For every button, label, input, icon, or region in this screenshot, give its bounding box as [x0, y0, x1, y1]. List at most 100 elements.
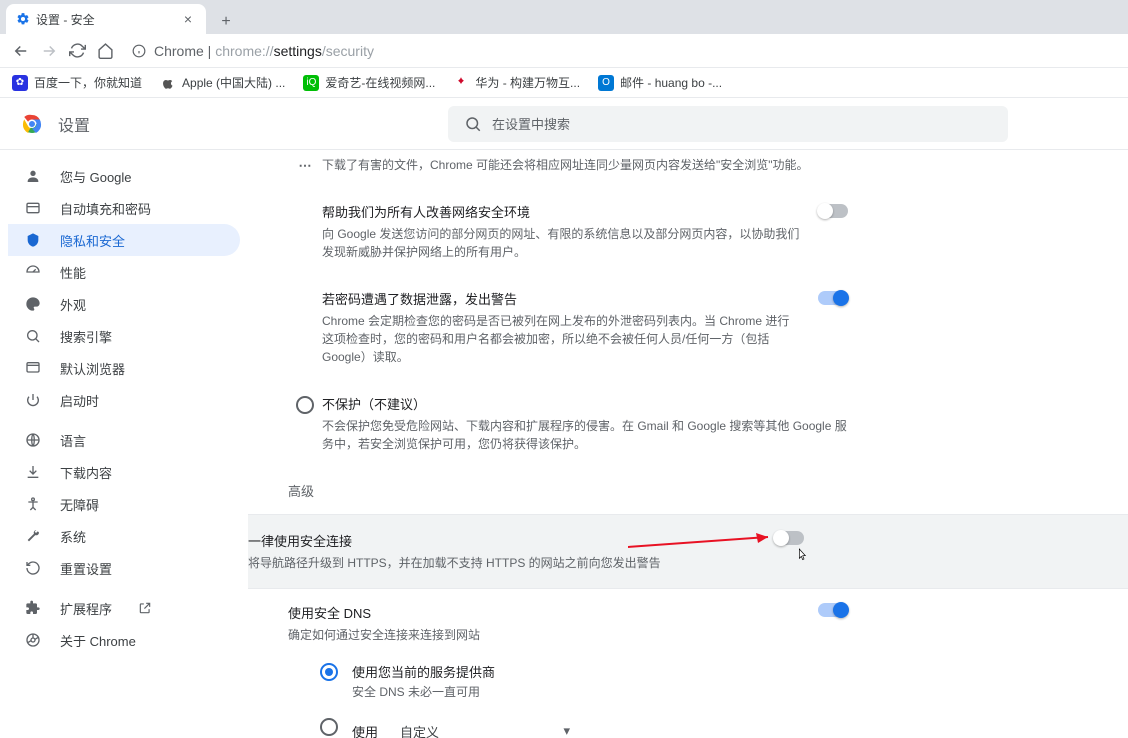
sidebar-item-you-and-google[interactable]: 您与 Google: [8, 160, 240, 192]
secure-dns-section: 使用安全 DNS 确定如何通过安全连接来连接到网站 使用您当前的服务提供商 安全…: [288, 595, 848, 738]
dns-provider-select[interactable]: 自定义 ▾: [390, 717, 580, 738]
sidebar-item-label: 系统: [60, 527, 86, 546]
always-use-https-row: 一律使用安全连接 将导航路径升级到 HTTPS，并在加载不支持 HTTPS 的网…: [248, 514, 1128, 589]
row-title: 若密码遭遇了数据泄露，发出警告: [322, 289, 800, 308]
option-description: 安全 DNS 未必一直可用: [352, 683, 495, 701]
sidebar-item-label: 扩展程序: [60, 599, 112, 618]
settings-sidebar: 您与 Google 自动填充和密码 隐私和安全 性能 外观 搜索引擎 默认浏览器: [0, 150, 248, 738]
power-icon: [24, 392, 42, 408]
password-leak-row: 若密码遭遇了数据泄露，发出警告 Chrome 会定期检查您的密码是否已被列在网上…: [288, 275, 848, 380]
dns-current-provider-radio[interactable]: [320, 663, 338, 681]
chrome-icon: [24, 632, 42, 648]
extension-icon: [24, 600, 42, 616]
sidebar-item-search-engine[interactable]: 搜索引擎: [8, 320, 240, 352]
accessibility-icon: [24, 496, 42, 512]
secure-dns-toggle[interactable]: [818, 603, 848, 617]
row-title: 一律使用安全连接: [248, 531, 760, 550]
settings-search-input[interactable]: 在设置中搜索: [448, 106, 1008, 142]
sidebar-item-label: 关于 Chrome: [60, 631, 136, 650]
gear-icon: [16, 12, 30, 26]
dns-custom-radio[interactable]: [320, 718, 338, 736]
browser-icon: [24, 360, 42, 376]
bookmark-outlook[interactable]: O 邮件 - huang bo -...: [598, 74, 722, 91]
sidebar-item-extensions[interactable]: 扩展程序: [8, 592, 240, 624]
sidebar-item-label: 您与 Google: [60, 167, 132, 186]
bookmark-iqiyi[interactable]: iQ 爱奇艺-在线视频网...: [303, 74, 435, 91]
always-use-https-toggle[interactable]: [774, 531, 804, 545]
sidebar-item-reset[interactable]: 重置设置: [8, 552, 240, 584]
sidebar-item-label: 自动填充和密码: [60, 199, 151, 218]
password-leak-toggle[interactable]: [818, 291, 848, 305]
bookmark-label: Apple (中国大陆) ...: [182, 74, 285, 91]
sidebar-item-system[interactable]: 系统: [8, 520, 240, 552]
shield-icon: [24, 232, 42, 248]
wrench-icon: [24, 528, 42, 544]
search-icon: [464, 115, 482, 133]
palette-icon: [24, 296, 42, 312]
paw-icon: ✿: [12, 75, 28, 91]
no-protection-radio[interactable]: [296, 396, 314, 414]
sidebar-item-label: 启动时: [60, 391, 99, 410]
sidebar-item-on-startup[interactable]: 启动时: [8, 384, 240, 416]
new-tab-button[interactable]: +: [214, 10, 238, 34]
option-title: 使用您当前的服务提供商: [352, 662, 495, 681]
bookmark-label: 华为 - 构建万物互...: [475, 74, 580, 91]
sidebar-item-label: 外观: [60, 295, 86, 314]
sidebar-item-about[interactable]: 关于 Chrome: [8, 624, 240, 656]
url-text: Chrome | chrome://settings/security: [154, 43, 374, 59]
site-info-icon[interactable]: [132, 44, 146, 58]
sidebar-item-performance[interactable]: 性能: [8, 256, 240, 288]
tab-strip: 设置 - 安全 × +: [0, 0, 1128, 34]
row-description: 向 Google 发送您访问的部分网页的网址、有限的系统信息以及部分网页内容，以…: [322, 225, 800, 261]
browser-tab-active[interactable]: 设置 - 安全 ×: [6, 4, 206, 34]
download-icon: [24, 464, 42, 480]
sidebar-item-label: 搜索引擎: [60, 327, 112, 346]
no-protection-row[interactable]: 不保护（不建议） 不会保护您免受危险网站、下载内容和扩展程序的侵害。在 Gmai…: [288, 380, 848, 467]
sidebar-item-downloads[interactable]: 下载内容: [8, 456, 240, 488]
sidebar-item-label: 重置设置: [60, 559, 112, 578]
search-icon: [24, 328, 42, 344]
settings-content: ⋯ 下载了有害的文件，Chrome 可能还会将相应网址连同少量网页内容发送给"安…: [248, 150, 1128, 738]
sidebar-item-autofill[interactable]: 自动填充和密码: [8, 192, 240, 224]
bookmarks-bar: ✿ 百度一下，你就知道 Apple (中国大陆) ... iQ 爱奇艺-在线视频…: [0, 68, 1128, 98]
sidebar-item-accessibility[interactable]: 无障碍: [8, 488, 240, 520]
sidebar-item-label: 无障碍: [60, 495, 99, 514]
bookmark-label: 爱奇艺-在线视频网...: [325, 74, 435, 91]
browser-toolbar: Chrome | chrome://settings/security: [0, 34, 1128, 68]
bookmark-huawei[interactable]: 华为 - 构建万物互...: [453, 74, 580, 91]
iqiyi-icon: iQ: [303, 75, 319, 91]
cursor-pointer-icon: [794, 545, 810, 565]
bookmark-baidu[interactable]: ✿ 百度一下，你就知道: [12, 74, 142, 91]
search-placeholder: 在设置中搜索: [492, 114, 570, 133]
row-description: 将导航路径升级到 HTTPS，并在加载不支持 HTTPS 的网站之前向您发出警告: [248, 554, 760, 572]
back-button[interactable]: [10, 40, 32, 62]
improve-security-row: 帮助我们为所有人改善网络安全环境 向 Google 发送您访问的部分网页的网址、…: [288, 188, 848, 275]
speedometer-icon: [24, 264, 42, 280]
bookmark-apple[interactable]: Apple (中国大陆) ...: [160, 74, 285, 91]
sidebar-item-default-browser[interactable]: 默认浏览器: [8, 352, 240, 384]
dns-current-provider-option[interactable]: 使用您当前的服务提供商 安全 DNS 未必一直可用: [320, 654, 848, 709]
sidebar-item-label: 隐私和安全: [60, 231, 125, 250]
sidebar-item-label: 下载内容: [60, 463, 112, 482]
improve-security-toggle[interactable]: [818, 204, 848, 218]
row-title: 使用安全 DNS: [288, 603, 800, 622]
chevron-down-icon: ▾: [563, 723, 570, 738]
download-warning-row: ⋯ 下载了有害的文件，Chrome 可能还会将相应网址连同少量网页内容发送给"安…: [288, 156, 848, 188]
sidebar-item-languages[interactable]: 语言: [8, 424, 240, 456]
settings-header: 设置 在设置中搜索: [0, 98, 1128, 150]
address-bar[interactable]: Chrome | chrome://settings/security: [122, 37, 1118, 65]
dns-custom-option[interactable]: 使用 自定义 ▾: [320, 709, 848, 738]
close-icon[interactable]: ×: [180, 11, 196, 27]
select-value: 自定义: [400, 722, 439, 738]
advanced-section-label: 高级: [288, 467, 848, 508]
row-description: 确定如何通过安全连接来连接到网站: [288, 626, 800, 644]
bookmark-label: 百度一下，你就知道: [34, 74, 142, 91]
sidebar-item-label: 性能: [60, 263, 86, 282]
open-external-icon: [138, 601, 152, 615]
sidebar-item-privacy-security[interactable]: 隐私和安全: [8, 224, 240, 256]
row-description: 下载了有害的文件，Chrome 可能还会将相应网址连同少量网页内容发送给"安全浏…: [322, 156, 848, 174]
sidebar-item-appearance[interactable]: 外观: [8, 288, 240, 320]
forward-button[interactable]: [38, 40, 60, 62]
home-button[interactable]: [94, 40, 116, 62]
reload-button[interactable]: [66, 40, 88, 62]
